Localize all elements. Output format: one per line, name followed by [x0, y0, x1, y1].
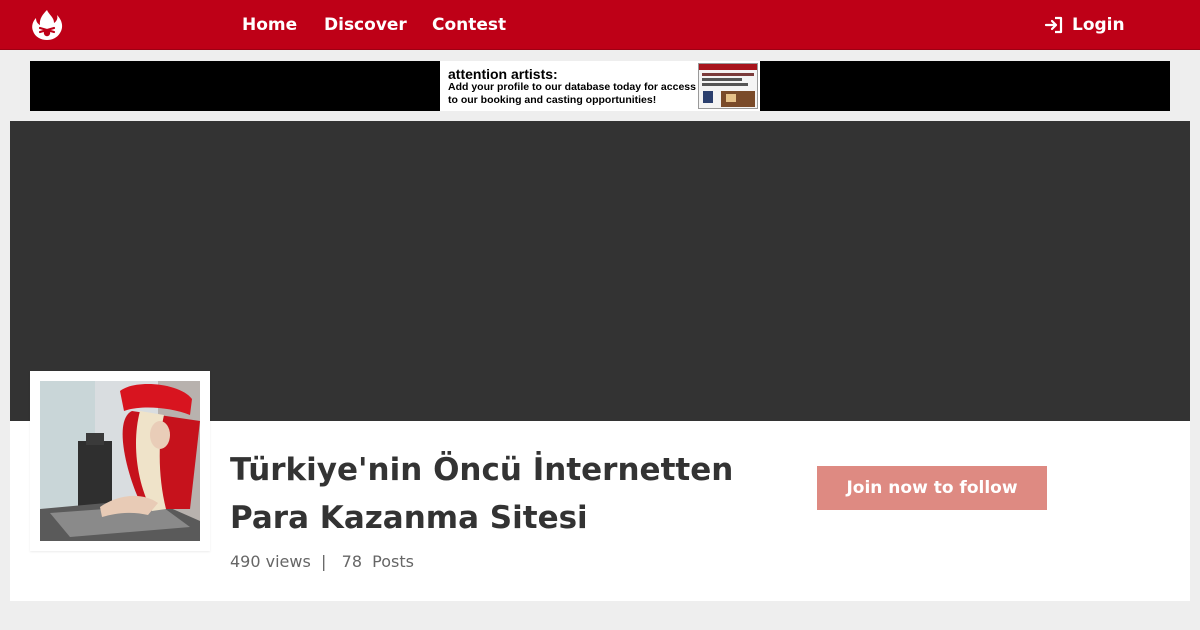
nav-contest-link[interactable]: Contest — [432, 0, 506, 50]
ad-body: Add your profile to our database today f… — [448, 81, 698, 106]
sign-in-icon — [1044, 16, 1063, 34]
profile-stats: 490 views | 78 Posts — [230, 552, 414, 571]
posts-label: Posts — [372, 552, 414, 571]
blog-title: Türkiye'nin Öncü İnternetten Para Kazanm… — [230, 446, 790, 542]
ad-banner[interactable]: attention artists: Add your profile to o… — [440, 61, 760, 111]
ad-screenshot-thumbnail — [698, 63, 758, 109]
posts-count: 78 — [341, 552, 362, 571]
flame-logo-icon[interactable] — [28, 8, 66, 42]
ad-headline: attention artists: — [448, 66, 558, 82]
top-navigation-bar: Home Discover Contest Login — [0, 0, 1200, 50]
nav-home-link[interactable]: Home — [242, 0, 297, 50]
login-button[interactable]: Login — [1044, 0, 1125, 50]
avatar-photo — [40, 381, 200, 541]
blog-title-line-2: Para Kazanma Sitesi — [230, 500, 588, 536]
login-label: Login — [1072, 15, 1125, 35]
ad-body-line-2: to our booking and casting opportunities… — [448, 93, 657, 106]
nav-discover-link[interactable]: Discover — [324, 0, 407, 50]
views-count: 490 views — [230, 552, 311, 571]
avatar — [30, 371, 210, 551]
blog-title-line-1: Türkiye'nin Öncü İnternetten — [230, 452, 734, 488]
ad-body-line-1: Add your profile to our database today f… — [448, 81, 696, 93]
join-to-follow-button[interactable]: Join now to follow — [817, 466, 1047, 510]
